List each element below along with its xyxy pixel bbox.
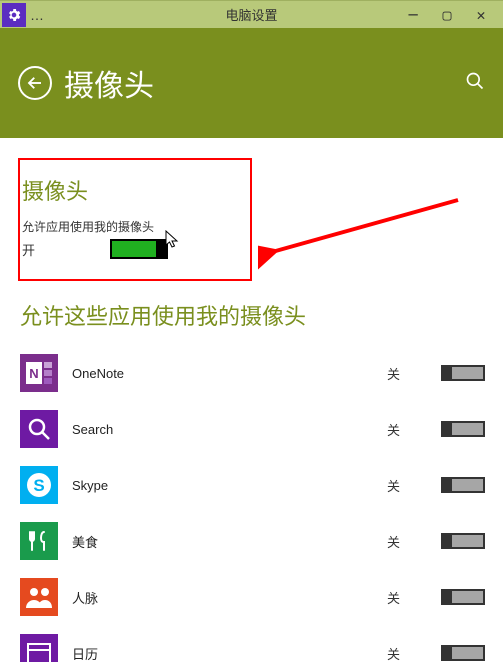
app-name: 美食 (72, 532, 387, 551)
app-toggle[interactable] (441, 589, 485, 605)
app-name: 日历 (72, 644, 387, 662)
app-icon: N (20, 354, 58, 392)
app-row: 人脉关 (20, 569, 499, 625)
maximize-button[interactable]: ▢ (435, 3, 459, 27)
apps-list: NOneNote关Search关SSkype关美食关人脉关日历关 (20, 345, 499, 662)
search-button[interactable] (465, 71, 485, 96)
app-icon: S (20, 466, 58, 504)
app-toggle[interactable] (441, 421, 485, 437)
app-icon (20, 522, 58, 560)
app-icon (20, 578, 58, 616)
app-row: S Skype关 (20, 457, 499, 513)
app-name: 人脉 (72, 588, 387, 607)
svg-text:N: N (29, 366, 38, 381)
page-header: 摄像头 (0, 28, 503, 138)
app-name: OneNote (72, 366, 387, 381)
window-controls: ─ ▢ ✕ (401, 3, 503, 27)
app-row: 美食关 (20, 513, 499, 569)
app-toggle-state: 关 (387, 532, 441, 551)
app-row: 日历关 (20, 625, 499, 662)
app-name: Skype (72, 478, 387, 493)
content-scroll[interactable]: 摄像头 允许应用使用我的摄像头 开 允许这些应用使用我的摄像头 N OneNote… (0, 138, 503, 662)
extension-indicator: … (30, 7, 44, 23)
window-title: 电脑设置 (225, 5, 277, 24)
cursor-icon (165, 230, 181, 250)
app-toggle[interactable] (441, 645, 485, 661)
app-toggle-state: 关 (387, 420, 441, 439)
master-toggle-state: 开 (22, 240, 110, 259)
app-toggle-state: 关 (387, 644, 441, 662)
app-icon (20, 634, 58, 662)
app-row: N OneNote关 (20, 345, 499, 401)
settings-app-icon (2, 3, 26, 27)
page-title: 摄像头 (64, 61, 465, 105)
master-toggle-label: 允许应用使用我的摄像头 (22, 218, 236, 235)
camera-heading: 摄像头 (22, 174, 236, 206)
app-toggle-state: 关 (387, 364, 441, 383)
svg-text:S: S (33, 476, 44, 495)
minimize-button[interactable]: ─ (401, 3, 425, 27)
app-toggle-state: 关 (387, 476, 441, 495)
app-toggle[interactable] (441, 477, 485, 493)
app-name: Search (72, 422, 387, 437)
title-bar: … 电脑设置 ─ ▢ ✕ (0, 0, 503, 28)
back-button[interactable] (18, 66, 52, 100)
master-toggle-row: 允许应用使用我的摄像头 开 (20, 218, 236, 259)
app-toggle-state: 关 (387, 588, 441, 607)
app-toggle[interactable] (441, 533, 485, 549)
master-toggle[interactable] (110, 239, 168, 259)
app-icon (20, 410, 58, 448)
close-button[interactable]: ✕ (469, 3, 493, 27)
apps-heading: 允许这些应用使用我的摄像头 (20, 299, 499, 331)
highlight-annotation: 摄像头 允许应用使用我的摄像头 开 (18, 158, 252, 281)
app-toggle[interactable] (441, 365, 485, 381)
app-row: Search关 (20, 401, 499, 457)
